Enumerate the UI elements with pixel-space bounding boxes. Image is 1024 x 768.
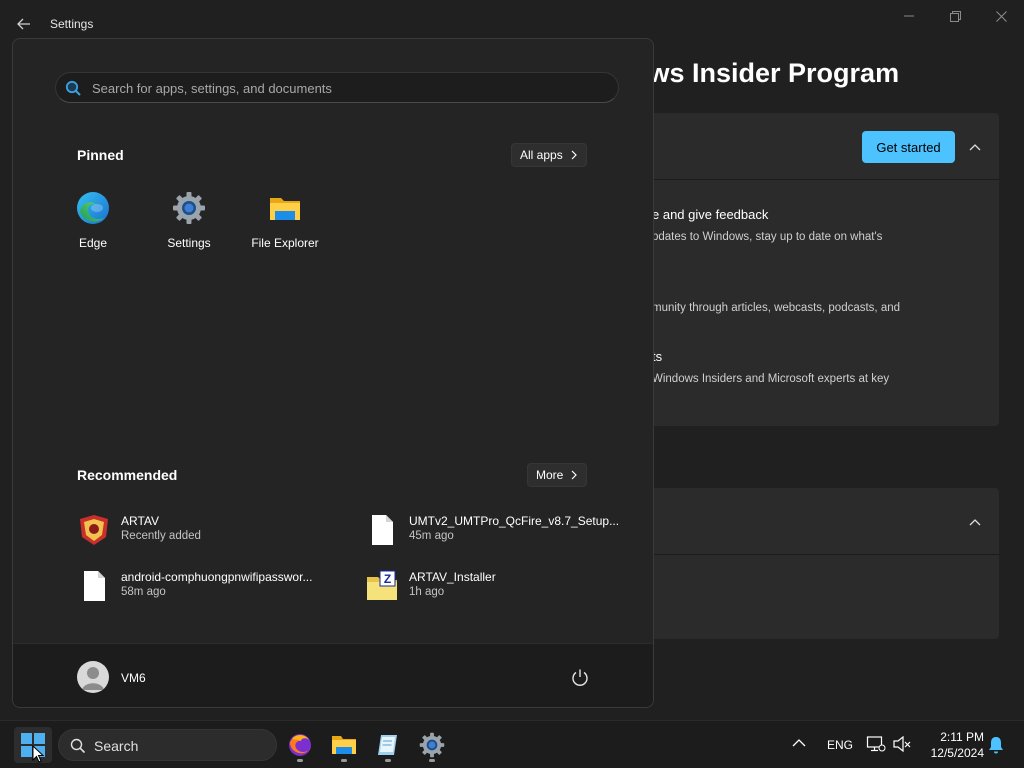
folder-icon — [270, 198, 300, 220]
firefox-icon — [289, 734, 311, 756]
settings-gear-icon — [173, 192, 205, 224]
insider-card-header[interactable]: Get started — [620, 113, 999, 180]
file-icon — [84, 571, 105, 601]
recommended-item[interactable]: android-comphuongpnwifipasswor... 58m ag… — [77, 567, 337, 607]
page-heading: ows Insider Program — [632, 58, 900, 88]
search-icon — [65, 80, 81, 96]
recommended-item[interactable]: Z ARTAV_Installer 1h ago — [365, 567, 625, 607]
get-started-button[interactable]: Get started — [862, 131, 955, 163]
card-line-title: e and give feedback — [652, 207, 769, 222]
app-label: File Explorer — [251, 236, 319, 250]
close-icon — [995, 10, 1007, 22]
restore-icon — [949, 10, 961, 22]
file-explorer-icon — [332, 736, 356, 754]
taskbar-app-notepad[interactable] — [370, 727, 406, 763]
recommended-item-time: 1h ago — [409, 586, 445, 598]
app-label: Settings — [167, 236, 211, 250]
pinned-app-edge[interactable]: Edge — [49, 189, 137, 250]
card-line-sub: pdates to Windows, stay up to date on wh… — [652, 231, 883, 243]
minimize-button[interactable] — [894, 6, 924, 26]
back-button[interactable] — [14, 14, 34, 34]
recommended-item-time: Recently added — [121, 530, 201, 542]
search-icon — [70, 738, 86, 754]
start-footer: VM6 — [13, 643, 653, 707]
volume-button[interactable] — [892, 735, 912, 756]
close-button[interactable] — [986, 6, 1016, 26]
minimize-icon — [904, 15, 914, 17]
clock[interactable]: 2:11 PM 12/5/2024 — [920, 729, 984, 761]
notepad-icon — [378, 735, 397, 755]
mouse-cursor-icon — [32, 745, 44, 763]
recommended-item-name: ARTAV_Installer — [409, 570, 496, 584]
more-label: More — [536, 468, 564, 482]
running-indicator — [385, 759, 391, 762]
show-hidden-icons-button[interactable] — [792, 737, 806, 751]
pinned-title: Pinned — [77, 147, 124, 163]
user-name[interactable]: VM6 — [121, 671, 146, 685]
pinned-app-file-explorer[interactable]: File Explorer — [241, 189, 329, 250]
recommended-item-time: 58m ago — [121, 586, 166, 598]
recommended-item-time: 45m ago — [409, 530, 454, 542]
restore-button[interactable] — [940, 6, 970, 26]
taskbar-app-file-explorer[interactable] — [326, 727, 362, 763]
all-apps-button[interactable]: All apps — [511, 143, 587, 167]
edge-icon — [77, 192, 109, 224]
recommended-item[interactable]: ARTAV Recently added — [77, 511, 337, 551]
all-apps-label: All apps — [520, 148, 563, 162]
recommended-item-name: android-comphuongpnwifipasswor... — [121, 570, 313, 584]
search-input[interactable] — [90, 77, 590, 99]
card-line-sub: Windows Insiders and Microsoft experts a… — [652, 373, 890, 385]
chevron-up-icon — [969, 144, 981, 151]
recommended-item-name: ARTAV — [121, 514, 160, 528]
zip-archive-icon: Z — [367, 570, 397, 600]
second-card-header[interactable] — [620, 488, 999, 555]
network-button[interactable] — [866, 735, 886, 756]
second-card — [620, 488, 999, 639]
app-label: Edge — [78, 236, 108, 250]
file-icon — [372, 515, 393, 545]
recommended-title: Recommended — [77, 467, 178, 483]
notifications-button[interactable] — [988, 736, 1004, 757]
taskbar-search[interactable]: Search — [58, 729, 277, 761]
user-icon — [82, 667, 104, 690]
volume-muted-icon — [893, 735, 911, 753]
chevron-right-icon — [571, 150, 577, 160]
collapse-button[interactable] — [965, 137, 985, 157]
clock-date: 12/5/2024 — [930, 746, 984, 760]
artav-app-icon — [80, 515, 108, 545]
window-title: Settings — [50, 17, 94, 31]
running-indicator — [341, 759, 347, 762]
bell-icon — [989, 737, 1003, 754]
recommended-item-name: UMTv2_UMTPro_QcFire_v8.7_Setup... — [409, 514, 620, 528]
power-button[interactable] — [569, 667, 591, 689]
start-button[interactable] — [14, 727, 52, 763]
chevron-up-icon — [969, 519, 981, 526]
recommended-item[interactable]: UMTv2_UMTPro_QcFire_v8.7_Setup... 45m ag… — [365, 511, 625, 551]
language-indicator[interactable]: ENG — [827, 738, 853, 752]
clock-time: 2:11 PM — [940, 730, 984, 744]
start-menu: Pinned All apps Edge — [12, 38, 654, 708]
card-line-sub: munity through articles, webcasts, podca… — [652, 302, 901, 314]
chevron-right-icon — [571, 470, 578, 480]
taskbar: Search ENG 2:11 PM 12/5/2024 — [0, 720, 1024, 768]
back-arrow-icon — [17, 18, 30, 30]
chevron-up-icon — [792, 739, 806, 747]
collapse-button[interactable] — [965, 512, 985, 532]
start-search-box[interactable] — [55, 72, 619, 103]
settings-icon — [419, 732, 445, 758]
taskbar-search-label: Search — [94, 738, 139, 754]
taskbar-app-settings[interactable] — [414, 727, 450, 763]
running-indicator — [297, 759, 303, 762]
svg-text:Z: Z — [384, 572, 391, 586]
avatar[interactable] — [77, 661, 109, 693]
network-icon — [866, 736, 886, 752]
power-icon — [572, 669, 588, 686]
insider-card: Get started e and give feedback pdates t… — [620, 113, 999, 426]
running-indicator — [429, 759, 435, 762]
more-button[interactable]: More — [527, 463, 588, 487]
pinned-app-settings[interactable]: Settings — [145, 189, 233, 250]
taskbar-app-firefox[interactable] — [282, 727, 318, 763]
